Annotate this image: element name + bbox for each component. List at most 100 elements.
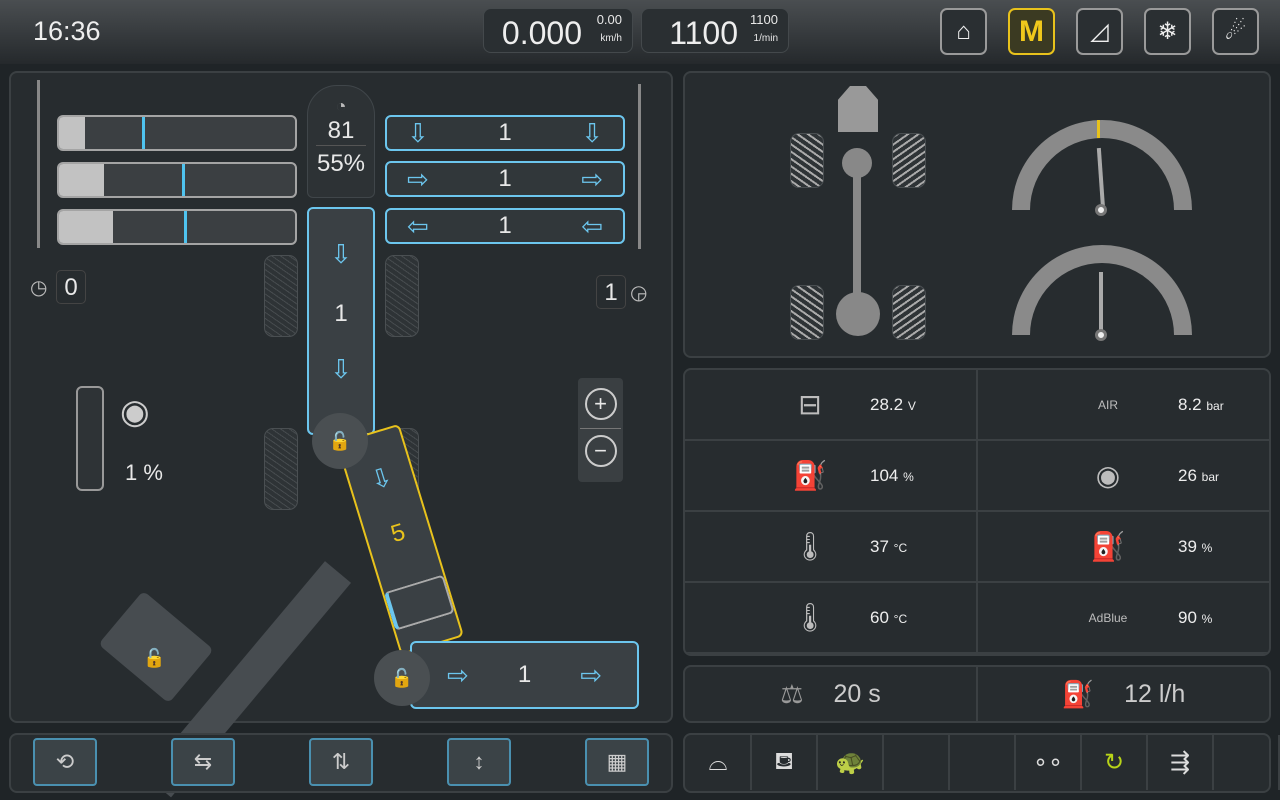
status-value: 60	[870, 608, 889, 627]
tire-icon	[892, 285, 926, 340]
gauge-button[interactable]: ◿	[1076, 8, 1123, 55]
arm-value: 5	[365, 511, 432, 556]
status-hydraulic-oil-temp: 🌡37 °C	[685, 512, 978, 583]
hitch-mode-button[interactable]: ⟲	[33, 738, 97, 786]
status-value: 104	[870, 466, 898, 485]
bar-marker[interactable]	[182, 162, 185, 198]
status-unit: V	[908, 399, 916, 413]
unlock-icon: 🔓	[329, 431, 351, 452]
rotate-icon: ⟲	[56, 749, 74, 775]
home-button[interactable]: ⌂	[940, 8, 987, 55]
rpm-readout: 1100 1100 1/min	[641, 8, 789, 53]
arrow-down-icon: ⇩	[407, 118, 429, 149]
status-unit: °C	[894, 612, 907, 626]
manual-mode-button[interactable]: M	[1008, 8, 1055, 55]
hitch-swap-button[interactable]: ⇆	[171, 738, 235, 786]
oil-can-icon: ⛾	[774, 748, 794, 778]
front-axle-joint	[842, 148, 872, 178]
right-counter[interactable]: 1	[596, 275, 626, 309]
status-coolant-temp: 🌡60 °C	[685, 583, 978, 654]
status-hitch-pressure: ◉26 bar	[978, 441, 1271, 512]
valve-row-1[interactable]: ⇩1⇩	[385, 115, 625, 151]
speed-unit: km/h	[600, 33, 622, 44]
empty-button[interactable]	[884, 735, 950, 790]
creep-speed-button[interactable]: 🐢	[818, 735, 884, 790]
zoom-out-button[interactable]: −	[585, 435, 617, 467]
home-icon: ⌂	[956, 18, 971, 46]
air-pressure-icon: AIR	[1078, 398, 1138, 412]
status-adblue: AdBlue 90 %	[978, 583, 1271, 654]
status-hydraulic-oil-level: ⛽ 104 %	[685, 441, 978, 512]
climate-button[interactable]: ❄	[1144, 8, 1191, 55]
fuel-rate-value: 12 l/h	[1124, 680, 1185, 709]
status-value: 90	[1178, 608, 1197, 627]
auto-reverse-button[interactable]: ↻	[1082, 735, 1148, 790]
zoom-in-button[interactable]: +	[585, 388, 617, 420]
pto-percent: 1 %	[125, 460, 163, 486]
creep-speed-icon: 🐢	[835, 748, 865, 777]
steering-lock-button[interactable]: ⌓	[686, 735, 752, 790]
rpm-value: 1100	[669, 15, 738, 52]
speed-readout: 0.000 0.00 km/h	[483, 8, 633, 53]
bar-marker[interactable]	[184, 209, 187, 245]
tool-tilt-button[interactable]: ⇅	[309, 738, 373, 786]
valve-row-2[interactable]: ⇨1⇨	[385, 161, 625, 197]
status-unit: %	[1202, 612, 1213, 626]
status-unit: bar	[1202, 470, 1219, 484]
valve-value: 1	[498, 212, 511, 240]
arrow-right-icon: ⇨	[581, 164, 603, 195]
tool-control[interactable]: ⇨1⇨	[410, 641, 639, 709]
lift-button[interactable]: ↕	[447, 738, 511, 786]
valve-row-3[interactable]: ⇦1⇦	[385, 208, 625, 244]
status-unit: %	[903, 470, 914, 484]
tire-icon	[790, 285, 824, 340]
timer-cell[interactable]: ⚖ 20 s	[685, 667, 978, 721]
empty-button[interactable]	[950, 735, 1016, 790]
tool-lock-button[interactable]: 🔓	[374, 650, 430, 706]
clock: 16:36	[33, 16, 101, 47]
hitch-bar-2[interactable]	[57, 162, 297, 198]
work-lights-button[interactable]: ☄	[1212, 8, 1259, 55]
grid-icon: ▦	[607, 749, 628, 775]
hitch-pressure-icon: ◉	[1078, 459, 1138, 492]
hitch-bar-1[interactable]	[57, 115, 297, 151]
hydraulic-oil-level-icon: ⛽	[780, 459, 840, 492]
hitch-settings-button[interactable]: ⇶	[1148, 735, 1214, 790]
gauge-pivot	[1095, 329, 1107, 341]
zoom-controls: + −	[578, 378, 623, 482]
status-unit: %	[1202, 541, 1213, 555]
fuel-rate-cell[interactable]: ⛽ 12 l/h	[978, 667, 1269, 721]
speed-setting[interactable]: ◔ 81 55%	[307, 85, 375, 198]
unlock-icon[interactable]: 🔓	[143, 648, 165, 669]
status-grid: ⊟28.2 VAIR8.2 bar⛽104 %◉26 bar🌡37 °C⛽39 …	[683, 368, 1271, 656]
left-counter[interactable]: 0	[56, 270, 86, 304]
consumption-panel: ⚖ 20 s ⛽ 12 l/h	[683, 665, 1271, 723]
manual-mode-icon: M	[1019, 15, 1044, 49]
oil-can-button[interactable]: ⛾	[752, 735, 818, 790]
rpm-unit: 1/min	[754, 33, 778, 44]
adblue-icon: AdBlue	[1078, 611, 1138, 625]
tool-value: 1	[518, 661, 531, 689]
pto-slider[interactable]	[76, 386, 104, 491]
speed-sub: 0.00	[597, 12, 622, 27]
right-frame	[638, 84, 648, 249]
status-fuel: ⛽39 %	[978, 512, 1271, 583]
menu-grid-button[interactable]: ▦	[585, 738, 649, 786]
auto-reverse-icon: ↻	[1104, 748, 1124, 777]
boom-value: 1	[309, 300, 373, 328]
battery-icon: ⊟	[780, 388, 840, 421]
gauge-needle	[1099, 272, 1103, 334]
hitch-bar-3[interactable]	[57, 209, 297, 245]
snowflake-icon: ❄	[1157, 17, 1177, 46]
empty-button[interactable]	[1214, 735, 1280, 790]
speed-setting-percent: 55%	[308, 150, 374, 178]
boom-lock-button[interactable]: 🔓	[312, 413, 368, 469]
bar-marker[interactable]	[142, 115, 145, 151]
status-air-pressure: AIR8.2 bar	[978, 370, 1271, 441]
speed-value: 0.000	[502, 15, 582, 52]
unlock-icon: 🔓	[391, 668, 413, 689]
valve-value: 1	[498, 119, 511, 147]
boom-control[interactable]: ⇩ 1 ⇩	[307, 207, 375, 435]
wheel-sensors-button[interactable]: ∘∘	[1016, 735, 1082, 790]
gauge-pivot	[1095, 204, 1107, 216]
